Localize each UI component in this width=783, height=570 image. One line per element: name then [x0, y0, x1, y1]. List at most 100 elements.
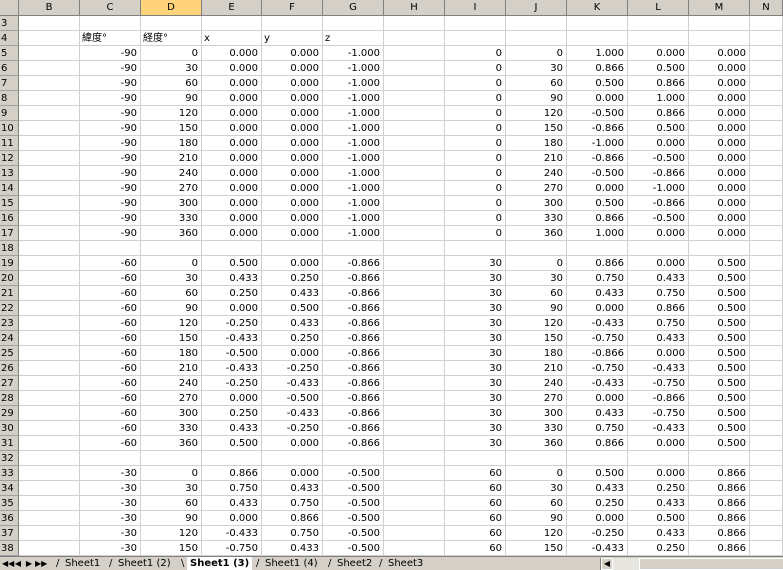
cell[interactable]	[384, 91, 445, 106]
row-header-25[interactable]: 25	[0, 346, 19, 361]
cell[interactable]	[750, 331, 783, 346]
cell[interactable]: 0.866	[628, 301, 689, 316]
cell[interactable]: 0	[445, 76, 506, 91]
cell[interactable]: 0.000	[567, 91, 628, 106]
column-header-i[interactable]: I	[445, 0, 506, 16]
cell[interactable]: -90	[80, 166, 141, 181]
cell[interactable]	[384, 151, 445, 166]
cell[interactable]: 0	[141, 466, 202, 481]
cell[interactable]: 0.000	[689, 226, 750, 241]
cell[interactable]	[19, 376, 80, 391]
cell[interactable]: -1.000	[323, 106, 384, 121]
column-header-d[interactable]: D	[141, 0, 202, 16]
cell[interactable]: 1.000	[567, 46, 628, 61]
cell[interactable]: 0.750	[567, 421, 628, 436]
cell[interactable]: 0.500	[689, 361, 750, 376]
cell[interactable]: 210	[506, 361, 567, 376]
cell[interactable]: 90	[141, 301, 202, 316]
cell[interactable]: 0.000	[202, 196, 262, 211]
cell[interactable]: 0	[141, 46, 202, 61]
cell[interactable]: 30	[445, 301, 506, 316]
cell[interactable]: 0.866	[689, 496, 750, 511]
cell[interactable]	[19, 46, 80, 61]
cell[interactable]	[19, 61, 80, 76]
cell[interactable]: 0.500	[202, 256, 262, 271]
row-header-34[interactable]: 34	[0, 481, 19, 496]
cell[interactable]: 0.000	[628, 46, 689, 61]
cell[interactable]: 0	[506, 256, 567, 271]
cell[interactable]: -60	[80, 271, 141, 286]
cell[interactable]	[384, 391, 445, 406]
cell[interactable]: 0.000	[689, 121, 750, 136]
sheet-tab[interactable]: Sheet1	[62, 557, 103, 570]
cell[interactable]: 0.500	[689, 421, 750, 436]
cell[interactable]: -60	[80, 331, 141, 346]
cell[interactable]	[384, 241, 445, 256]
cell[interactable]	[750, 466, 783, 481]
cell[interactable]: 60	[141, 76, 202, 91]
cell[interactable]	[750, 181, 783, 196]
cell[interactable]: -0.433	[567, 376, 628, 391]
cell[interactable]	[19, 151, 80, 166]
cell[interactable]	[19, 31, 80, 46]
cell[interactable]: 0.250	[202, 286, 262, 301]
cell[interactable]: -60	[80, 421, 141, 436]
cell[interactable]: -30	[80, 541, 141, 556]
cell[interactable]	[750, 196, 783, 211]
cell[interactable]: 0.000	[689, 46, 750, 61]
cell[interactable]: 30	[445, 286, 506, 301]
cell[interactable]: 270	[141, 181, 202, 196]
cell[interactable]: -0.250	[262, 361, 323, 376]
row-header-18[interactable]: 18	[0, 241, 19, 256]
cell[interactable]	[384, 61, 445, 76]
cell[interactable]: 0.000	[262, 61, 323, 76]
cell[interactable]: 0.500	[689, 271, 750, 286]
cell[interactable]: 0.866	[628, 76, 689, 91]
cell[interactable]: 0.000	[628, 346, 689, 361]
cell[interactable]: 210	[141, 361, 202, 376]
cell[interactable]: x	[202, 31, 262, 46]
cell[interactable]: -0.866	[323, 436, 384, 451]
cell[interactable]: 0.433	[628, 526, 689, 541]
cell[interactable]: 150	[506, 541, 567, 556]
cell[interactable]: -1.000	[323, 46, 384, 61]
cell[interactable]: 0.866	[202, 466, 262, 481]
row-header-36[interactable]: 36	[0, 511, 19, 526]
cell[interactable]: 180	[141, 346, 202, 361]
cell[interactable]: 30	[445, 376, 506, 391]
cell[interactable]	[323, 451, 384, 466]
cell[interactable]: 0	[445, 106, 506, 121]
cell[interactable]	[19, 436, 80, 451]
cell[interactable]	[384, 346, 445, 361]
row-header-9[interactable]: 9	[0, 106, 19, 121]
cell[interactable]: 0.000	[262, 466, 323, 481]
row-header-14[interactable]: 14	[0, 181, 19, 196]
cell[interactable]	[750, 91, 783, 106]
cell[interactable]: 30	[445, 361, 506, 376]
cell[interactable]: 180	[506, 136, 567, 151]
cell[interactable]	[202, 16, 262, 31]
cell[interactable]: 0.750	[628, 286, 689, 301]
cell[interactable]: 0.000	[567, 301, 628, 316]
cell[interactable]: 120	[506, 316, 567, 331]
cell[interactable]	[445, 241, 506, 256]
scroll-thumb[interactable]	[639, 558, 783, 570]
cell[interactable]: 0.000	[202, 121, 262, 136]
cell[interactable]: 150	[141, 121, 202, 136]
cell[interactable]	[19, 256, 80, 271]
cell[interactable]: 0.000	[628, 436, 689, 451]
cell[interactable]	[384, 331, 445, 346]
row-header-10[interactable]: 10	[0, 121, 19, 136]
cell[interactable]: -1.000	[323, 76, 384, 91]
cell[interactable]: -0.500	[567, 166, 628, 181]
cell[interactable]	[750, 421, 783, 436]
cell[interactable]: 270	[506, 391, 567, 406]
row-header-20[interactable]: 20	[0, 271, 19, 286]
cell[interactable]: 0	[445, 196, 506, 211]
cell[interactable]: -0.866	[628, 166, 689, 181]
cell[interactable]: 60	[506, 496, 567, 511]
cell[interactable]	[628, 31, 689, 46]
row-header-31[interactable]: 31	[0, 436, 19, 451]
cell[interactable]: 0.500	[689, 391, 750, 406]
row-header-16[interactable]: 16	[0, 211, 19, 226]
